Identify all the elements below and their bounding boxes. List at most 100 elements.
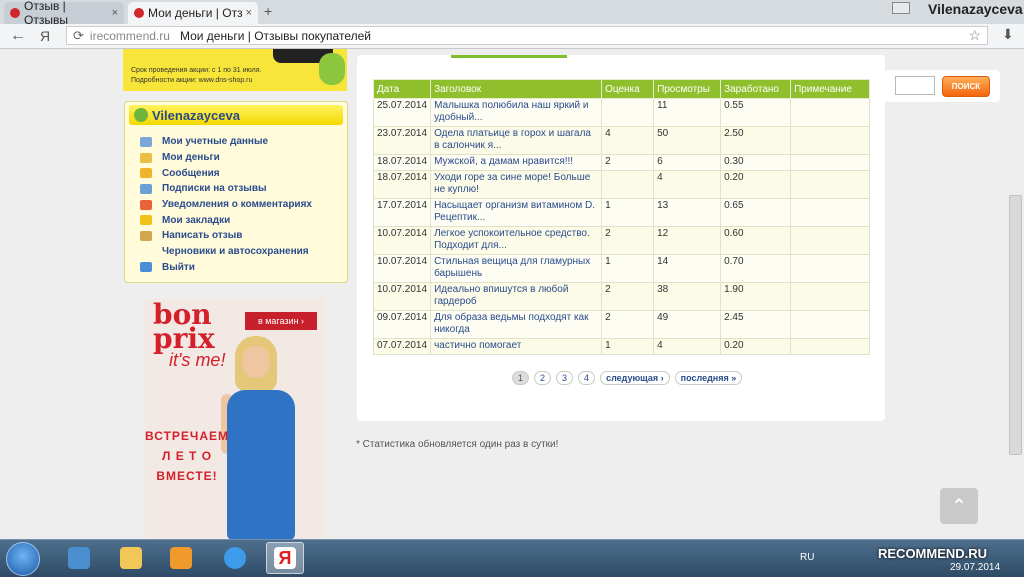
taskbar-date[interactable]: 29.07.2014 (950, 562, 1000, 573)
taskbar-app-yandex[interactable]: Я (266, 542, 304, 574)
search-panel: ПОИСК (884, 70, 1000, 102)
cell-title[interactable]: частично помогает (430, 338, 603, 355)
bookmark-star-icon[interactable]: ☆ (968, 27, 981, 44)
user-menu-item[interactable]: Мои деньги (125, 150, 347, 166)
reload-icon[interactable]: ⟳ (73, 28, 84, 44)
user-menu-item[interactable]: Написать отзыв (125, 228, 347, 244)
tab-close-icon[interactable]: × (112, 7, 118, 19)
url-domain: irecommend.ru (89, 28, 170, 43)
page-last-link[interactable]: последняя » (674, 371, 743, 385)
cell-rating: 2 (601, 282, 655, 311)
page-link[interactable]: 1 (512, 371, 530, 385)
cell-title[interactable]: Малышка полюбила наш яркий и удобный... (430, 98, 603, 127)
page-viewport: Срок проведения акции: с 1 по 31 июля. П… (0, 49, 1024, 539)
col-earned[interactable]: Заработано (720, 79, 792, 99)
tab-otzyv[interactable]: Отзыв | Отзывы × (4, 0, 124, 27)
table-row: 18.07.2014 Мужской, а дамам нравится!!! 2 6… (372, 154, 870, 171)
user-menu-item[interactable]: Сообщения (125, 165, 347, 181)
cell-note (790, 198, 870, 227)
col-date[interactable]: Дата (372, 79, 432, 99)
cell-title[interactable]: Мужской, а дамам нравится!!! (430, 154, 603, 171)
tab-close-icon[interactable]: × (246, 7, 252, 19)
internet-explorer-icon (224, 547, 246, 569)
cell-title[interactable]: Для образа ведьмы подходят как никогда (430, 310, 603, 339)
cell-earned: 2.45 (720, 310, 792, 339)
cell-note (790, 254, 870, 283)
search-button[interactable]: ПОИСК (942, 76, 990, 97)
user-menu: Мои учетные данные Мои деньги Сообщения Под… (125, 134, 347, 275)
cell-views: 14 (653, 254, 722, 283)
cell-title[interactable]: Насыщает организм витамином D. Рецептик.… (430, 198, 603, 227)
user-menu-item[interactable]: Мои учетные данные (125, 134, 347, 150)
cell-title[interactable]: Идеально впишутся в любой гардероб (430, 282, 603, 311)
cell-date: 09.07.2014 (372, 310, 432, 339)
watermark: RECOMMEND.RU (878, 546, 988, 561)
user-menu-item[interactable]: Подписки на отзывы (125, 181, 347, 197)
cell-date: 18.07.2014 (372, 170, 432, 199)
taskbar-app-media-center[interactable] (60, 542, 98, 574)
user-menu-item[interactable]: Черновики и автосохранения (125, 244, 347, 260)
star-icon (140, 215, 152, 226)
yandex-button[interactable]: Я (40, 28, 50, 44)
promo-banner[interactable]: Срок проведения акции: с 1 по 31 июля. П… (123, 49, 347, 91)
cell-views: 13 (653, 198, 722, 227)
money-icon (140, 152, 152, 163)
cell-title[interactable]: Легкое успокоительное средство. Подходит… (430, 226, 603, 255)
cell-title[interactable]: Уходи горе за сине море! Больше не куплю… (430, 170, 603, 199)
download-icon[interactable]: ⬇ (1002, 26, 1014, 43)
start-button[interactable] (6, 542, 40, 576)
cell-note (790, 226, 870, 255)
table-row: 10.07.2014 Стильная вещица для гламурных … (372, 254, 870, 283)
user-menu-label: Мои закладки (162, 214, 231, 226)
back-arrow-icon[interactable]: ← (10, 27, 26, 45)
search-input[interactable] (895, 76, 935, 95)
cell-title[interactable]: Стильная вещица для гламурных барышень (430, 254, 603, 283)
language-indicator[interactable]: RU (800, 552, 814, 563)
user-panel-username[interactable]: Vilenazayceva (152, 108, 240, 123)
bonprix-ad[interactable]: bon prix it's me! в магазин › ВСТРЕЧАЕМ … (145, 298, 325, 539)
window-control-icon[interactable] (892, 2, 910, 14)
scroll-to-top-button[interactable]: ⌃ (940, 488, 978, 524)
site-favicon-icon (10, 8, 20, 18)
col-rating[interactable]: Оценка (601, 79, 655, 99)
page-link[interactable]: 3 (556, 371, 574, 385)
table-row: 10.07.2014 Легкое успокоительное средство… (372, 226, 870, 255)
earnings-panel: Дата Заголовок Оценка Просмотры Заработа… (357, 55, 885, 421)
col-views[interactable]: Просмотры (653, 79, 722, 99)
tab-my-money[interactable]: Мои деньги | Отз × (128, 2, 258, 24)
cell-earned: 2.50 (720, 126, 792, 155)
cell-title[interactable]: Одела платьице в горох и шагала в салонч… (430, 126, 603, 155)
scrollbar-thumb[interactable] (1009, 195, 1022, 455)
taskbar-app-player[interactable] (162, 542, 200, 574)
cell-date: 17.07.2014 (372, 198, 432, 227)
page-link[interactable]: 2 (534, 371, 552, 385)
new-tab-button[interactable]: + (264, 3, 272, 19)
cell-rating: 1 (601, 198, 655, 227)
cell-views: 4 (653, 170, 722, 199)
user-avatar-icon (134, 108, 148, 122)
ad-shop-button[interactable]: в магазин › (245, 312, 317, 330)
user-panel: Vilenazayceva Мои учетные данные Мои день… (124, 101, 348, 283)
cell-views: 49 (653, 310, 722, 339)
page-next-link[interactable]: следующая › (600, 371, 670, 385)
user-menu-item[interactable]: Выйти (125, 260, 347, 276)
windows-taskbar: Я RU RECOMMEND.RU 29.07.2014 (0, 539, 1024, 577)
cell-date: 25.07.2014 (372, 98, 432, 127)
taskbar-app-explorer[interactable] (112, 542, 150, 574)
user-menu-label: Мои учетные данные (162, 136, 269, 148)
taskbar-app-ie[interactable] (216, 542, 254, 574)
cell-views: 38 (653, 282, 722, 311)
page-link[interactable]: 4 (578, 371, 596, 385)
user-menu-item[interactable]: Уведомления о комментариях (125, 197, 347, 213)
table-row: 17.07.2014 Насыщает организм витамином D.… (372, 198, 870, 227)
tab-label: Мои деньги | Отз (148, 6, 243, 20)
col-note: Примечание (790, 79, 870, 99)
user-menu-item[interactable]: Мои закладки (125, 212, 347, 228)
earnings-table: Дата Заголовок Оценка Просмотры Заработа… (372, 79, 870, 355)
tab-indicator (451, 55, 567, 58)
col-title[interactable]: Заголовок (430, 79, 603, 99)
address-input[interactable]: ⟳ irecommend.ru Мои деньги | Отзывы поку… (66, 26, 988, 45)
table-row: 18.07.2014 Уходи горе за сине море! Больш… (372, 170, 870, 199)
yandex-browser-icon: Я (274, 547, 296, 569)
promo-line-1: Срок проведения акции: с 1 по 31 июля. (131, 67, 262, 74)
